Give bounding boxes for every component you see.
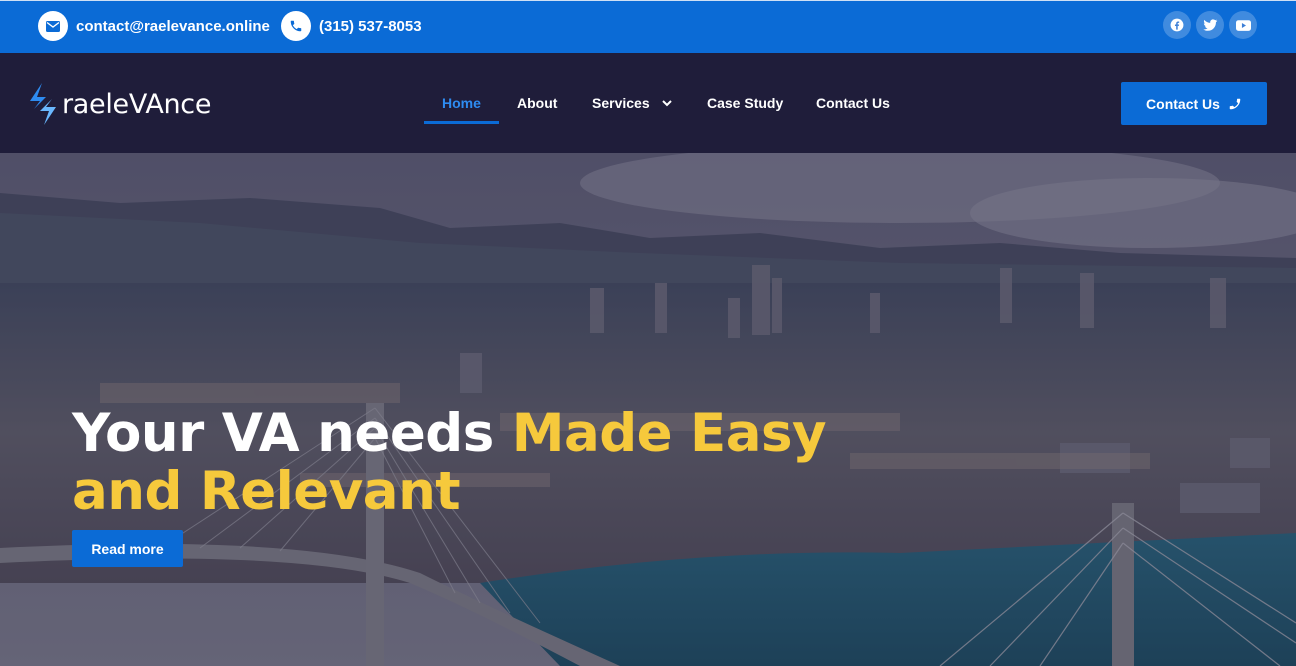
phone-icon	[1229, 98, 1241, 109]
nav-item-contact-us[interactable]: Contact Us	[816, 95, 890, 111]
hero-section: Your VA needs Made Easy and Relevant Rea…	[0, 153, 1296, 666]
nav-item-services-label: Services	[592, 95, 650, 111]
chevron-down-icon	[661, 99, 672, 106]
email-text[interactable]: contact@raelevance.online	[76, 18, 270, 35]
headline-line2-text: and Relevant	[72, 461, 461, 522]
twitter-icon[interactable]	[1196, 11, 1224, 39]
logo[interactable]: raeleVAnce	[28, 83, 211, 125]
nav-item-home[interactable]: Home	[442, 95, 481, 111]
nav-item-case-study[interactable]: Case Study	[707, 95, 783, 111]
phone-text[interactable]: (315) 537-8053	[319, 18, 422, 35]
nav-item-services[interactable]: Services	[592, 95, 672, 111]
logo-mark-icon	[30, 83, 56, 125]
nav-item-about[interactable]: About	[517, 95, 557, 111]
contact-us-button[interactable]: Contact Us	[1121, 82, 1267, 125]
main-navigation: raeleVAnce Home About Services Case Stud…	[0, 53, 1296, 153]
logo-text: raeleVAnce	[62, 88, 212, 120]
read-more-button[interactable]: Read more	[72, 530, 183, 567]
youtube-icon[interactable]	[1229, 11, 1257, 39]
headline-highlight-text: Made Easy	[511, 403, 827, 464]
phone-icon	[281, 11, 311, 41]
phone-link[interactable]: (315) 537-8053	[281, 11, 422, 41]
top-contact-bar: contact@raelevance.online (315) 537-8053	[0, 0, 1296, 53]
contact-us-button-label: Contact Us	[1146, 95, 1220, 112]
envelope-icon	[38, 11, 68, 41]
email-link[interactable]: contact@raelevance.online	[38, 11, 270, 41]
hero-headline: Your VA needs Made Easy and Relevant	[72, 403, 827, 522]
headline-white-text: Your VA needs	[72, 403, 512, 464]
active-indicator	[424, 121, 499, 124]
facebook-icon[interactable]	[1163, 11, 1191, 39]
